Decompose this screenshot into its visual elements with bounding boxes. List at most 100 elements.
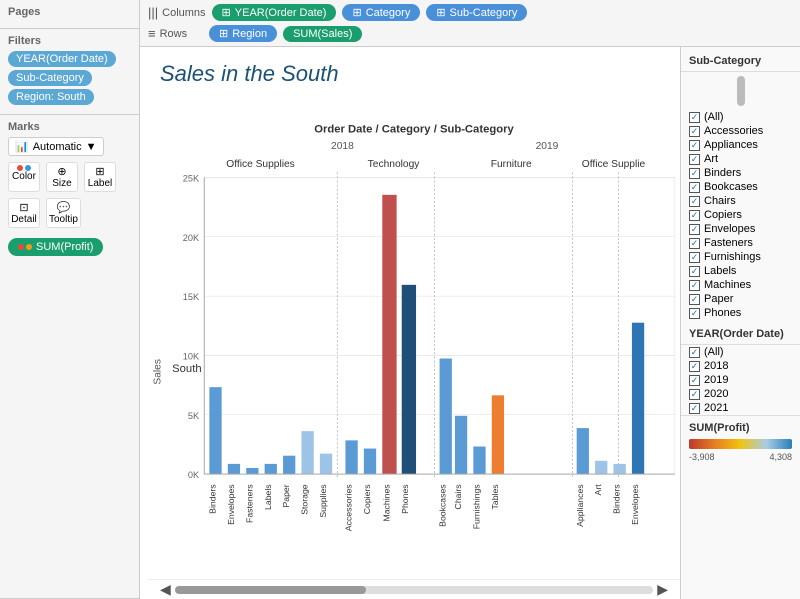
bar-labels-2018[interactable] — [265, 464, 277, 474]
year-all[interactable]: (All) — [681, 345, 800, 359]
subcat-envelopes-checkbox[interactable] — [689, 224, 700, 235]
subcat-furnishings[interactable]: Furnishings — [681, 250, 800, 264]
subcat-chairs[interactable]: Chairs — [681, 194, 800, 208]
subcat-phones-label: Phones — [704, 307, 741, 319]
svg-text:15K: 15K — [183, 292, 200, 302]
year-2021[interactable]: 2021 — [681, 401, 800, 415]
sidebar-scroll-top[interactable] — [737, 76, 745, 106]
detail-mark[interactable]: ⊡ Detail — [8, 198, 40, 228]
scroll-thumb[interactable] — [175, 586, 366, 594]
year-all-checkbox[interactable] — [689, 347, 700, 358]
year-2019-checkbox[interactable] — [689, 375, 700, 386]
bar-machines-2018[interactable] — [382, 195, 396, 474]
bar-supplies-2018[interactable] — [320, 454, 332, 474]
bar-furnishings-2018[interactable] — [473, 446, 485, 474]
marks-dropdown[interactable]: 📊 Automatic ▼ — [8, 137, 104, 156]
subcat-appliances-label: Appliances — [704, 139, 758, 151]
bar-paper-2018[interactable] — [283, 456, 295, 474]
bar-storage-2018[interactable] — [301, 431, 313, 474]
tooltip-mark[interactable]: 💬 Tooltip — [46, 198, 81, 228]
filter-subcat[interactable]: Sub-Category — [8, 70, 92, 86]
svg-text:2019: 2019 — [536, 141, 559, 152]
col-year-pill[interactable]: ⊞ YEAR(Order Date) — [212, 4, 337, 21]
bar-accessories-2018[interactable] — [345, 440, 357, 474]
scroll-track[interactable] — [175, 586, 653, 594]
plus-icon-2: ⊞ — [352, 6, 361, 19]
subcat-machines-checkbox[interactable] — [689, 280, 700, 291]
bar-chairs-2018[interactable] — [455, 416, 467, 474]
subcat-paper[interactable]: Paper — [681, 292, 800, 306]
year-2021-label: 2021 — [704, 402, 728, 414]
subcat-appliances[interactable]: Appliances — [681, 138, 800, 152]
bar-bookcases-2018[interactable] — [440, 359, 452, 475]
filter-region[interactable]: Region: South — [8, 89, 94, 105]
marks-type-row: 📊 Automatic ▼ — [8, 137, 131, 156]
color-mark[interactable]: Color — [8, 162, 40, 192]
bar-envelopes-2019[interactable] — [632, 323, 644, 474]
year-2019-label: 2019 — [704, 374, 728, 386]
svg-text:Phones: Phones — [400, 484, 410, 514]
year-all-label: (All) — [704, 346, 724, 358]
subcat-bookcases[interactable]: Bookcases — [681, 180, 800, 194]
subcat-binders-checkbox[interactable] — [689, 168, 700, 179]
subcat-machines[interactable]: Machines — [681, 278, 800, 292]
year-section-title: YEAR(Order Date) — [681, 324, 800, 345]
subcat-art[interactable]: Art — [681, 152, 800, 166]
subcat-copiers-label: Copiers — [704, 209, 742, 221]
subcat-labels[interactable]: Labels — [681, 264, 800, 278]
subcat-furnishings-checkbox[interactable] — [689, 252, 700, 263]
subcat-phones-checkbox[interactable] — [689, 308, 700, 319]
row-sales-pill[interactable]: SUM(Sales) — [283, 26, 362, 42]
subcat-copiers-checkbox[interactable] — [689, 210, 700, 221]
subcat-copiers[interactable]: Copiers — [681, 208, 800, 222]
sum-profit-pill[interactable]: SUM(Profit) — [8, 238, 103, 256]
subcat-appliances-checkbox[interactable] — [689, 140, 700, 151]
subcat-paper-checkbox[interactable] — [689, 294, 700, 305]
subcat-labels-checkbox[interactable] — [689, 266, 700, 277]
year-2021-checkbox[interactable] — [689, 403, 700, 414]
bar-phones-2018[interactable] — [402, 285, 416, 474]
bar-binders-2018[interactable] — [209, 387, 221, 474]
subcat-bookcases-checkbox[interactable] — [689, 182, 700, 193]
year-2019[interactable]: 2019 — [681, 373, 800, 387]
filter-year[interactable]: YEAR(Order Date) — [8, 51, 116, 67]
bar-envelopes-2018[interactable] — [228, 464, 240, 474]
year-2018[interactable]: 2018 — [681, 359, 800, 373]
x-label-fasteners: Fasteners — [244, 484, 254, 523]
subcat-bookcases-label: Bookcases — [704, 181, 758, 193]
subcat-fasteners-checkbox[interactable] — [689, 238, 700, 249]
col-category-pill[interactable]: ⊞ Category — [342, 4, 420, 21]
subcat-all-checkbox[interactable] — [689, 112, 700, 123]
subcat-chairs-checkbox[interactable] — [689, 196, 700, 207]
year-2018-checkbox[interactable] — [689, 361, 700, 372]
subcat-accessories[interactable]: Accessories — [681, 124, 800, 138]
col-subcat-pill[interactable]: ⊞ Sub-Category — [426, 4, 527, 21]
subcat-paper-label: Paper — [704, 293, 733, 305]
chart-svg: Order Date / Category / Sub-Category 201… — [148, 93, 680, 579]
year-2020[interactable]: 2020 — [681, 387, 800, 401]
legend-max: 4,308 — [769, 452, 792, 462]
bar-tables-2018[interactable] — [492, 395, 504, 474]
bar-fasteners-2018[interactable] — [246, 468, 258, 474]
subcat-fasteners[interactable]: Fasteners — [681, 236, 800, 250]
svg-text:10K: 10K — [183, 352, 200, 362]
bar-appliances-2019[interactable] — [577, 428, 589, 474]
subcat-phones[interactable]: Phones — [681, 306, 800, 320]
label-mark[interactable]: ⊞ Label — [84, 162, 116, 192]
bar-binders-2019[interactable] — [614, 464, 626, 474]
subcat-art-checkbox[interactable] — [689, 154, 700, 165]
svg-text:South: South — [172, 363, 201, 375]
scroll-right-arrow[interactable]: ▶ — [657, 581, 668, 598]
subcat-envelopes[interactable]: Envelopes — [681, 222, 800, 236]
subcat-binders[interactable]: Binders — [681, 166, 800, 180]
subcat-all[interactable]: (All) — [681, 110, 800, 124]
row-region-pill[interactable]: ⊞ Region — [209, 25, 277, 42]
scroll-left-arrow[interactable]: ◀ — [160, 581, 171, 598]
year-2018-label: 2018 — [704, 360, 728, 372]
subcat-accessories-checkbox[interactable] — [689, 126, 700, 137]
plus-icon-4: ⊞ — [219, 27, 228, 40]
bar-art-2019[interactable] — [595, 461, 607, 474]
year-2020-checkbox[interactable] — [689, 389, 700, 400]
bar-copiers-2018[interactable] — [364, 449, 376, 475]
size-mark[interactable]: ⊕ Size — [46, 162, 78, 192]
